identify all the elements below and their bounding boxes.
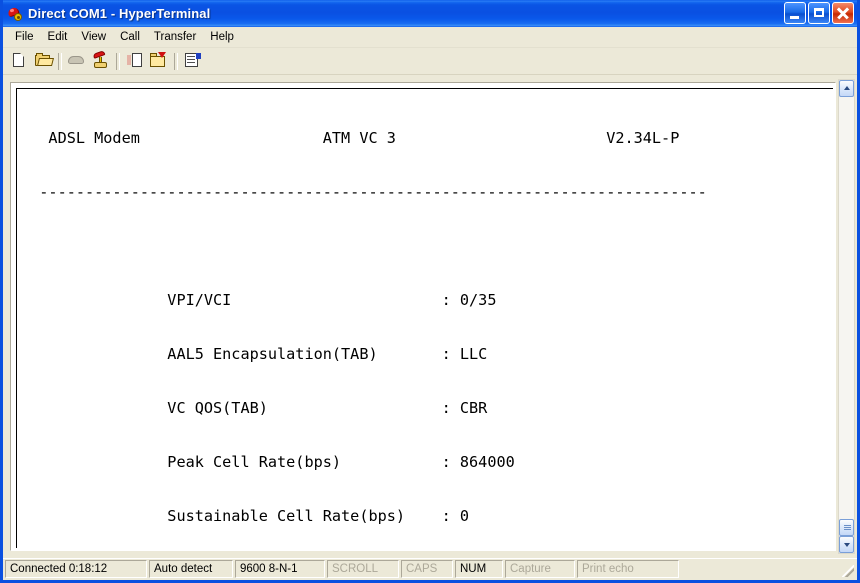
status-print-echo[interactable]: Print echo xyxy=(577,560,679,578)
window-controls xyxy=(784,2,854,24)
terminal-field-vc-qos[interactable]: VC QOS(TAB) : CBR xyxy=(21,399,833,417)
terminal-line-blank xyxy=(21,237,833,255)
close-button[interactable] xyxy=(832,2,854,24)
terminal-screen[interactable]: ADSL Modem ATM VC 3 V2.34L-P -----------… xyxy=(17,89,833,548)
terminal-frame: ADSL Modem ATM VC 3 V2.34L-P -----------… xyxy=(10,82,836,551)
send-file-button[interactable] xyxy=(123,50,147,72)
status-scroll[interactable]: SCROLL xyxy=(327,560,399,578)
menu-transfer[interactable]: Transfer xyxy=(147,29,203,46)
vertical-scrollbar[interactable] xyxy=(838,79,855,554)
terminal-screen-border: ADSL Modem ATM VC 3 V2.34L-P -----------… xyxy=(16,88,833,548)
scrollbar-thumb[interactable] xyxy=(839,519,854,536)
scroll-down-arrow-icon[interactable] xyxy=(839,536,854,553)
status-connected: Connected 0:18:12 xyxy=(5,560,147,578)
resize-grip-icon[interactable] xyxy=(841,560,855,578)
status-bar: Connected 0:18:12 Auto detect 9600 8-N-1… xyxy=(3,558,857,580)
toolbar-separator xyxy=(116,53,120,70)
hyperterminal-window: Direct COM1 - HyperTerminal File Edit Vi… xyxy=(0,0,860,583)
window-title: Direct COM1 - HyperTerminal xyxy=(28,6,210,21)
new-connection-button[interactable] xyxy=(7,50,31,72)
menu-bar: File Edit View Call Transfer Help xyxy=(3,27,857,48)
menu-edit[interactable]: Edit xyxy=(41,29,75,46)
menu-file[interactable]: File xyxy=(8,29,41,46)
minimize-button[interactable] xyxy=(784,2,806,24)
phone-icon xyxy=(7,6,23,22)
status-capture[interactable]: Capture xyxy=(505,560,575,578)
terminal-line-header: ADSL Modem ATM VC 3 V2.34L-P xyxy=(21,129,833,147)
send-file-icon xyxy=(127,53,143,68)
open-connection-button[interactable] xyxy=(31,50,55,72)
client-area: ADSL Modem ATM VC 3 V2.34L-P -----------… xyxy=(3,75,857,558)
open-folder-icon xyxy=(35,55,50,66)
toolbar-separator xyxy=(58,53,62,70)
terminal-field-aal5[interactable]: AAL5 Encapsulation(TAB) : LLC xyxy=(21,345,833,363)
status-line-settings: 9600 8-N-1 xyxy=(235,560,325,578)
menu-view[interactable]: View xyxy=(74,29,113,46)
new-file-icon xyxy=(13,53,24,67)
menu-help[interactable]: Help xyxy=(203,29,241,46)
status-caps[interactable]: CAPS xyxy=(401,560,453,578)
receive-file-icon xyxy=(150,53,168,68)
maximize-button[interactable] xyxy=(808,2,830,24)
menu-call[interactable]: Call xyxy=(113,29,147,46)
terminal-line-rule-top: ----------------------------------------… xyxy=(21,183,833,201)
terminal-field-scr[interactable]: Sustainable Cell Rate(bps) : 0 xyxy=(21,507,833,525)
toolbar-separator xyxy=(174,53,178,70)
scrollbar-track[interactable] xyxy=(839,97,854,536)
title-bar[interactable]: Direct COM1 - HyperTerminal xyxy=(3,0,857,27)
disconnect-button[interactable] xyxy=(65,50,89,72)
status-detect: Auto detect xyxy=(149,560,233,578)
terminal-field-pcr[interactable]: Peak Cell Rate(bps) : 864000 xyxy=(21,453,833,471)
terminal-field-vpi-vci[interactable]: VPI/VCI : 0/35 xyxy=(21,291,833,309)
connect-phone-icon xyxy=(92,52,109,69)
receive-file-button[interactable] xyxy=(147,50,171,72)
status-filler xyxy=(681,560,839,578)
toolbar xyxy=(3,48,857,75)
properties-icon xyxy=(185,53,201,68)
properties-button[interactable] xyxy=(181,50,205,72)
scroll-up-arrow-icon[interactable] xyxy=(839,80,854,97)
call-button[interactable] xyxy=(89,50,113,72)
status-num[interactable]: NUM xyxy=(455,560,503,578)
disconnect-phone-icon xyxy=(68,55,85,66)
